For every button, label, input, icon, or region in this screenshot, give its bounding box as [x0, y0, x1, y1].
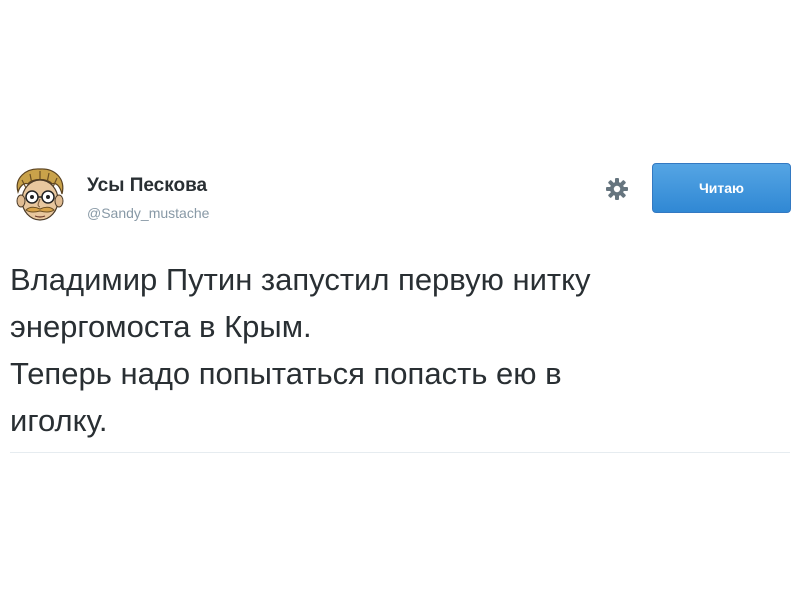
tweet-card: Усы Пескова @Sandy_mustache Читаю Владим…: [0, 0, 799, 600]
tweet-text-line: иголку.: [10, 403, 108, 438]
tweet-text: Владимир Путин запустил первую нитку эне…: [10, 256, 790, 444]
divider: [10, 452, 790, 453]
tweet-text-line: Владимир Путин запустил первую нитку: [10, 262, 591, 297]
tweet-text-line: энергомоста в Крым.: [10, 309, 312, 344]
display-name[interactable]: Усы Пескова: [87, 175, 207, 197]
tweet-text-line: Теперь надо попытаться попасть ею в: [10, 356, 562, 391]
follow-button[interactable]: Читаю: [652, 163, 791, 213]
caricature-avatar-icon: [16, 168, 64, 221]
user-avatar[interactable]: [12, 166, 68, 226]
username[interactable]: @Sandy_mustache: [87, 205, 209, 221]
gear-icon-svg: [606, 178, 628, 200]
gear-icon[interactable]: [604, 176, 630, 202]
